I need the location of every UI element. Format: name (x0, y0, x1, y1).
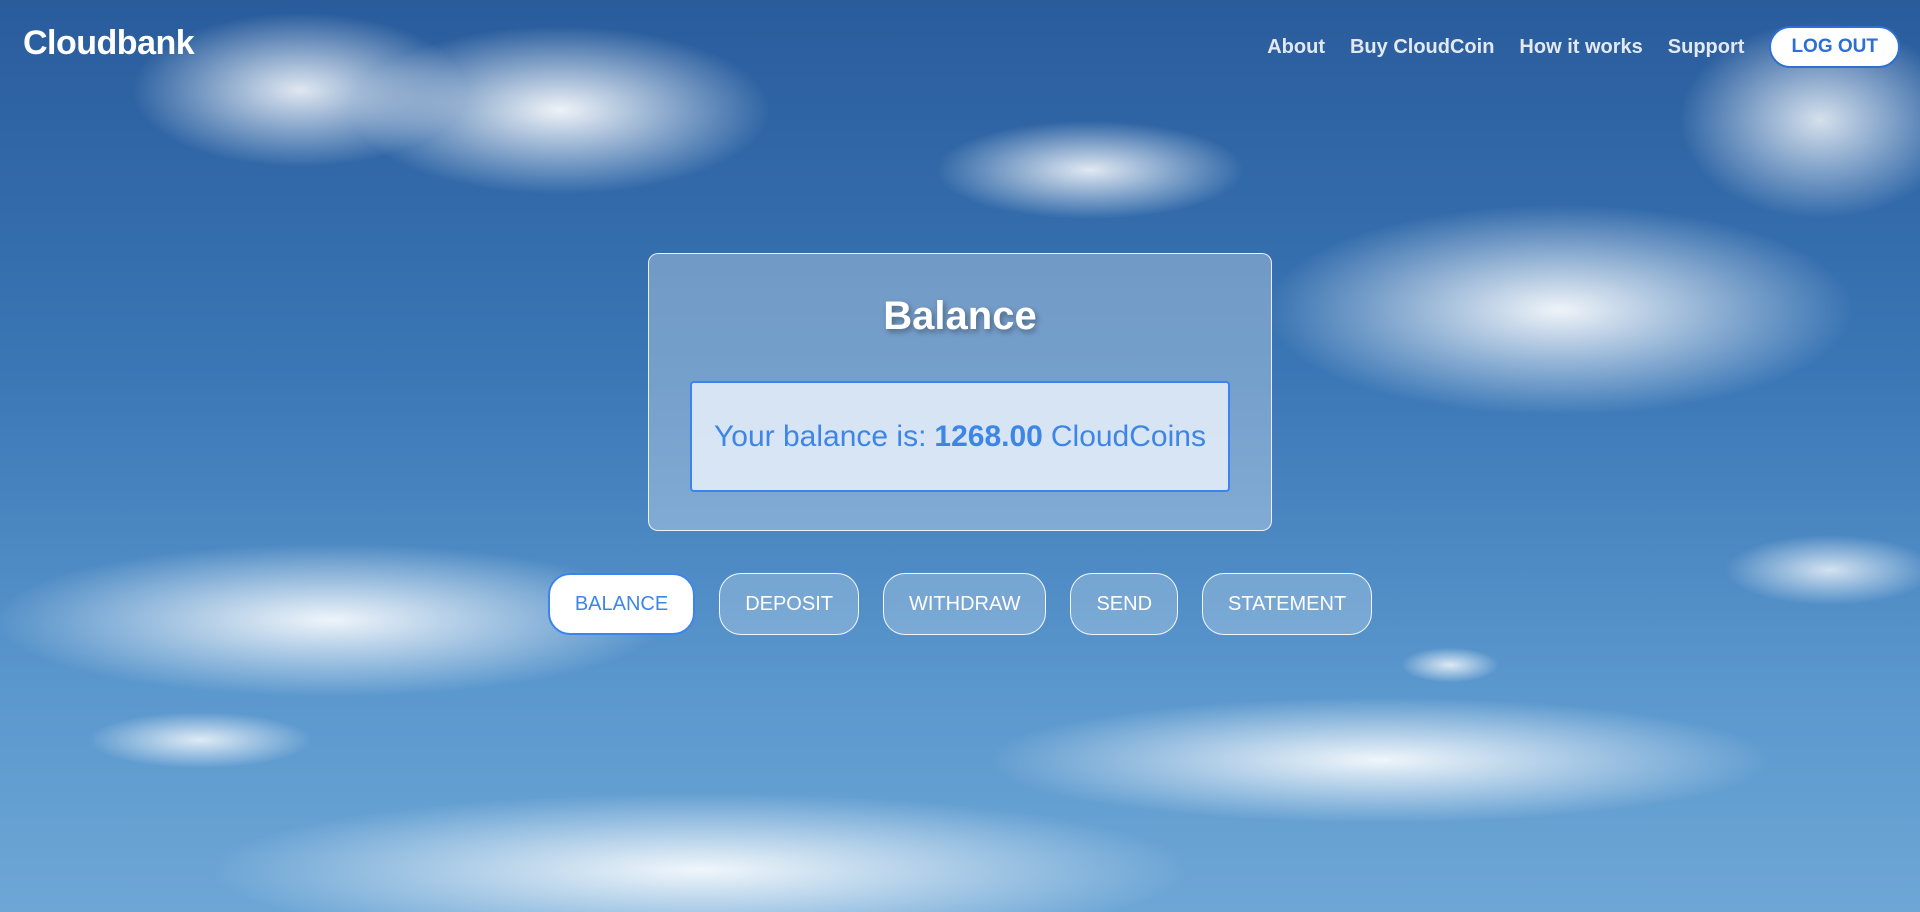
nav-link-about[interactable]: About (1267, 36, 1325, 59)
balance-display: Your balance is: 1268.00 CloudCoins (690, 381, 1230, 492)
nav-links: About Buy CloudCoin How it works Support… (1242, 26, 1900, 68)
statement-button[interactable]: STATEMENT (1202, 573, 1373, 635)
balance-button[interactable]: BALANCE (547, 573, 696, 635)
panel-title: Balance (883, 294, 1037, 338)
nav-link-how-it-works[interactable]: How it works (1519, 36, 1642, 59)
send-button[interactable]: SEND (1070, 573, 1179, 635)
balance-panel: Balance Your balance is: 1268.00 CloudCo… (648, 253, 1272, 531)
action-buttons: BALANCE DEPOSIT WITHDRAW SEND STATEMENT (0, 573, 1920, 635)
withdraw-button[interactable]: WITHDRAW (882, 573, 1047, 635)
balance-unit: CloudCoins (1050, 419, 1206, 453)
balance-amount: 1268.00 (934, 419, 1043, 453)
balance-prefix: Your balance is: (714, 419, 927, 453)
nav-link-buy-cloudcoin[interactable]: Buy CloudCoin (1350, 36, 1494, 59)
logout-button[interactable]: LOG OUT (1769, 26, 1900, 68)
top-navigation: Cloudbank About Buy CloudCoin How it wor… (0, 0, 1920, 88)
brand-logo[interactable]: Cloudbank (23, 24, 195, 63)
nav-link-support[interactable]: Support (1668, 36, 1745, 59)
deposit-button[interactable]: DEPOSIT (719, 573, 859, 635)
